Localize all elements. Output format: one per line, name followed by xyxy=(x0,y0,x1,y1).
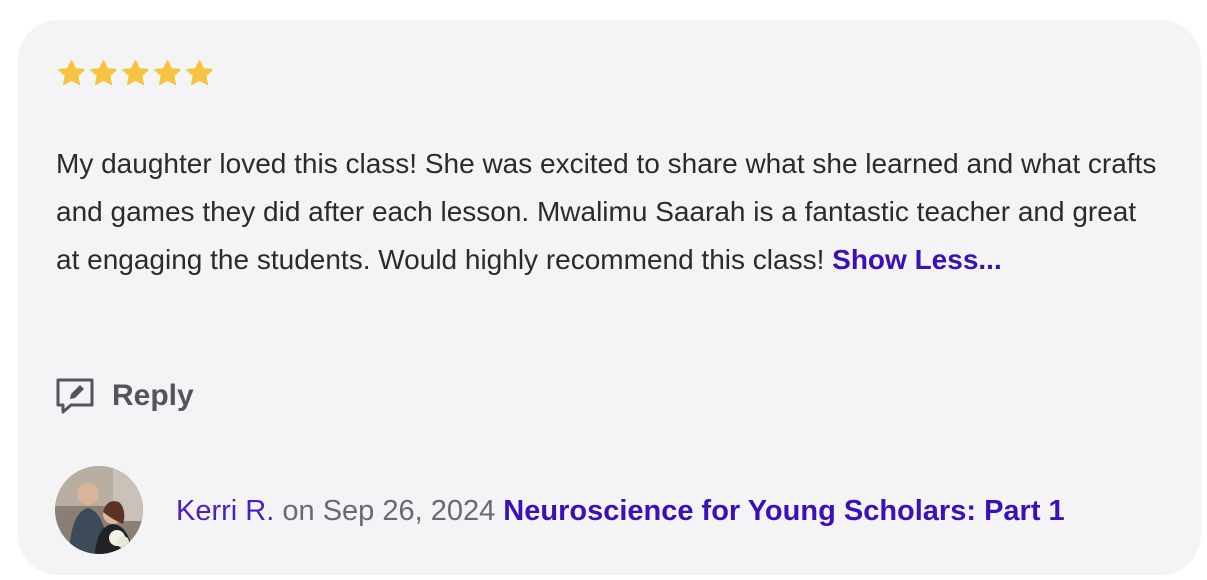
review-date: Sep 26, 2024 xyxy=(322,495,496,527)
comment-edit-icon xyxy=(56,378,94,414)
author-name[interactable]: Kerri R. xyxy=(176,495,274,527)
star-icon xyxy=(186,60,213,86)
avatar xyxy=(55,466,143,554)
course-link[interactable]: Neuroscience for Young Scholars: Part 1 xyxy=(503,495,1064,527)
reply-label: Reply xyxy=(112,379,194,412)
show-less-link[interactable]: Show Less... xyxy=(832,244,1002,275)
star-icon xyxy=(58,60,85,86)
reply-button[interactable]: Reply xyxy=(54,376,194,416)
review-meta: Kerri R. on Sep 26, 2024 Neuroscience fo… xyxy=(176,490,1065,532)
star-icon xyxy=(122,60,149,86)
star-icon xyxy=(154,60,181,86)
avatar-photo xyxy=(55,466,143,554)
star-icon xyxy=(90,60,117,86)
date-prefix: on xyxy=(282,495,315,527)
review-card: My daughter loved this class! She was ex… xyxy=(18,20,1201,575)
review-body: My daughter loved this class! She was ex… xyxy=(56,140,1166,284)
star-rating xyxy=(56,58,215,89)
